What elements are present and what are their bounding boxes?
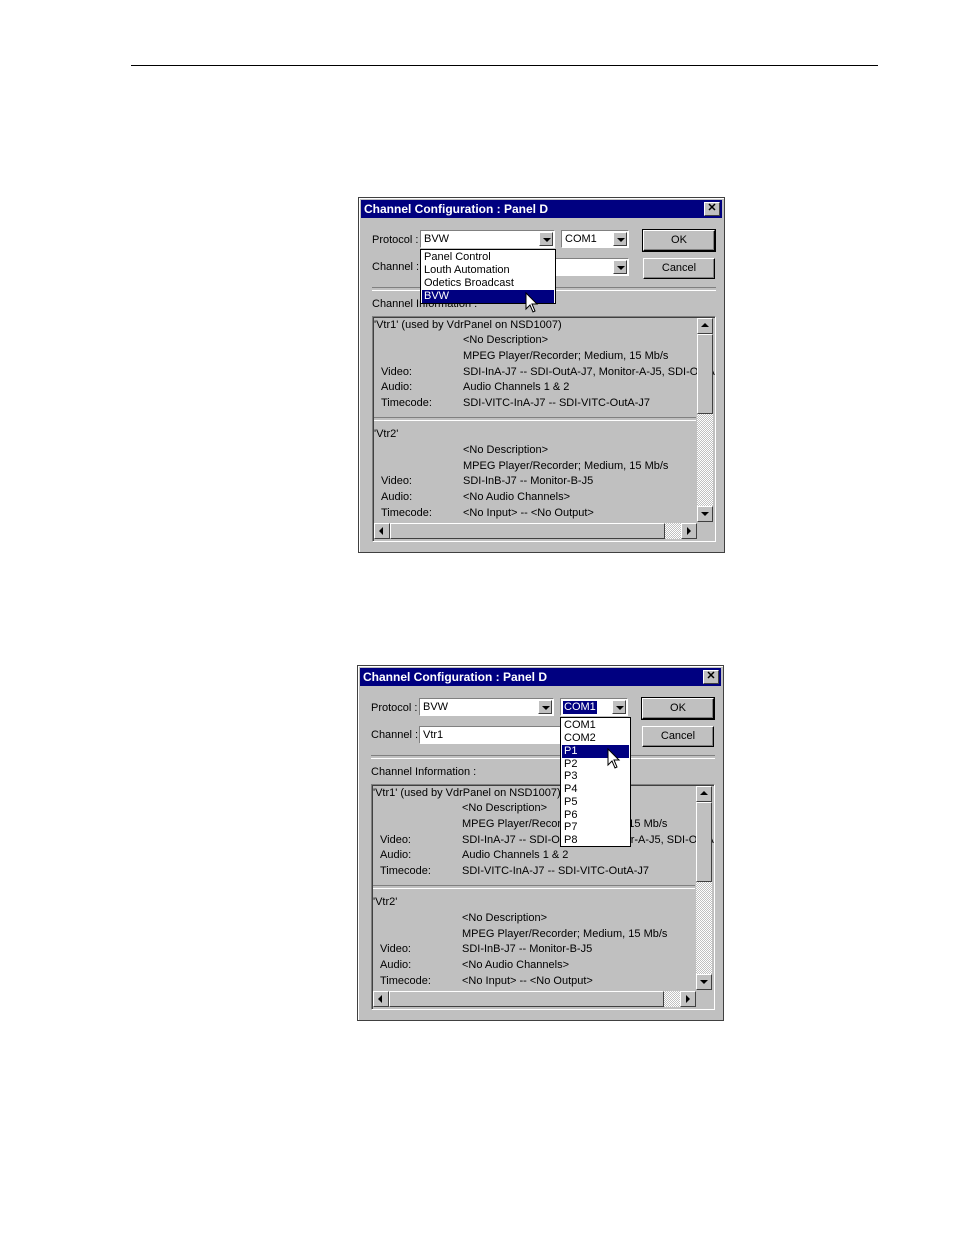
pointer-icon	[607, 748, 621, 769]
vtr2-timecode-label: Timecode:	[380, 975, 431, 987]
vtr1-audio-label: Audio:	[381, 381, 413, 393]
cancel-button[interactable]: Cancel	[642, 726, 714, 747]
scroll-right-icon[interactable]	[680, 991, 696, 1007]
dialog-title: Channel Configuration : Panel D	[363, 670, 548, 684]
horizontal-scrollbar[interactable]	[374, 523, 697, 539]
title-bar: Channel Configuration : Panel D ✕	[360, 668, 721, 686]
channel-config-dialog-protocol-open: Channel Configuration : Panel D ✕ Protoc…	[358, 197, 725, 553]
page-header-rule	[131, 65, 878, 66]
channel-config-dialog-port-open: Channel Configuration : Panel D ✕ Protoc…	[357, 665, 724, 1021]
vertical-scrollbar[interactable]	[697, 318, 713, 522]
protocol-combo[interactable]: BVW	[419, 698, 554, 716]
ok-button[interactable]: OK	[641, 697, 715, 720]
vtr1-timecode: SDI-VITC-InA-J7 -- SDI-VITC-OutA-J7	[463, 397, 651, 409]
chevron-down-icon[interactable]	[612, 700, 626, 714]
vtr1-audio-label: Audio:	[380, 849, 412, 861]
vtr2-timecode: <No Input> -- <No Output>	[462, 975, 593, 987]
chevron-down-icon[interactable]	[539, 232, 553, 246]
scroll-down-icon[interactable]	[697, 506, 713, 522]
chevron-down-icon[interactable]	[538, 700, 552, 714]
protocol-label: Protocol :	[371, 702, 418, 714]
chevron-down-icon[interactable]	[613, 232, 627, 246]
scroll-right-icon[interactable]	[681, 523, 697, 539]
channel-value: Vtr1	[423, 729, 444, 741]
vtr2-video-label: Video:	[381, 475, 412, 487]
scroll-up-icon[interactable]	[696, 786, 712, 802]
port-value: COM1	[565, 233, 597, 245]
port-option[interactable]: COM1	[562, 719, 629, 732]
scroll-down-icon[interactable]	[696, 974, 712, 990]
scroll-left-icon[interactable]	[373, 991, 389, 1007]
channel-label: Channel :	[371, 729, 419, 741]
protocol-value: BVW	[424, 233, 450, 245]
close-icon[interactable]: ✕	[703, 670, 719, 684]
pointer-icon	[525, 292, 539, 313]
channel-info-label: Channel Information :	[371, 766, 477, 778]
vtr1-header: 'Vtr1' (used by VdrPanel on NSD1007)	[373, 787, 561, 799]
vtr2-audio: <No Audio Channels>	[462, 959, 570, 971]
protocol-value: BVW	[423, 701, 449, 713]
vtr2-timecode: <No Input> -- <No Output>	[463, 507, 594, 519]
channel-label: Channel :	[372, 261, 420, 273]
port-dropdown-list: COM1 COM2 P1 P2 P3 P4 P5 P6 P7 P8	[560, 717, 631, 847]
vtr1-description: <No Description>	[462, 802, 547, 814]
vtr2-audio-label: Audio:	[380, 959, 412, 971]
scroll-left-icon[interactable]	[374, 523, 390, 539]
vtr2-video: SDI-InB-J7 -- Monitor-B-J5	[463, 475, 594, 487]
cancel-button[interactable]: Cancel	[643, 258, 715, 279]
entry-separator	[373, 885, 695, 889]
port-option[interactable]: P5	[562, 796, 629, 809]
scroll-thumb[interactable]	[389, 991, 664, 1007]
port-option[interactable]: COM2	[562, 732, 629, 745]
vertical-scrollbar[interactable]	[696, 786, 712, 990]
vtr1-timecode-label: Timecode:	[380, 865, 431, 877]
vtr2-audio: <No Audio Channels>	[463, 491, 571, 503]
protocol-option[interactable]: Odetics Broadcast	[422, 277, 554, 290]
vtr2-header: 'Vtr2'	[374, 428, 399, 440]
scroll-thumb[interactable]	[697, 334, 713, 414]
horizontal-scrollbar[interactable]	[373, 991, 696, 1007]
scroll-thumb[interactable]	[696, 802, 712, 882]
protocol-option[interactable]: Louth Automation	[422, 264, 554, 277]
ok-button[interactable]: OK	[642, 229, 716, 252]
vtr1-audio: Audio Channels 1 & 2	[462, 849, 569, 861]
vtr1-header: 'Vtr1' (used by VdrPanel on NSD1007)	[374, 319, 562, 331]
vtr2-video-label: Video:	[380, 943, 411, 955]
vtr2-video: SDI-InB-J7 -- Monitor-B-J5	[462, 943, 593, 955]
vtr2-description: <No Description>	[463, 444, 548, 456]
vtr1-video-label: Video:	[381, 366, 412, 378]
port-option[interactable]: P8	[562, 834, 629, 847]
port-option[interactable]: P4	[562, 783, 629, 796]
dialog-title: Channel Configuration : Panel D	[364, 202, 549, 216]
protocol-combo[interactable]: BVW	[420, 230, 555, 248]
vtr2-description: <No Description>	[462, 912, 547, 924]
vtr1-type: MPEG Player/Recorder; Medium, 15 Mb/s	[463, 350, 669, 362]
vtr1-timecode: SDI-VITC-InA-J7 -- SDI-VITC-OutA-J7	[462, 865, 650, 877]
vtr2-header: 'Vtr2'	[373, 896, 398, 908]
vtr2-type: MPEG Player/Recorder; Medium, 15 Mb/s	[463, 460, 669, 472]
vtr2-type: MPEG Player/Recorder; Medium, 15 Mb/s	[462, 928, 668, 940]
scroll-thumb[interactable]	[390, 523, 665, 539]
port-value: COM1	[563, 701, 597, 714]
chevron-down-icon[interactable]	[613, 260, 627, 274]
protocol-label: Protocol :	[372, 234, 419, 246]
port-combo[interactable]: COM1	[560, 698, 628, 716]
vtr2-audio-label: Audio:	[381, 491, 413, 503]
title-bar: Channel Configuration : Panel D ✕	[361, 200, 722, 218]
close-icon[interactable]: ✕	[704, 202, 720, 216]
vtr2-timecode-label: Timecode:	[381, 507, 432, 519]
scroll-up-icon[interactable]	[697, 318, 713, 334]
entry-separator	[374, 417, 696, 421]
vtr1-description: <No Description>	[463, 334, 548, 346]
port-combo[interactable]: COM1	[561, 230, 629, 248]
channel-info-list[interactable]: 'Vtr1' (used by VdrPanel on NSD1007) <No…	[371, 784, 715, 1010]
port-option[interactable]: P7	[562, 821, 629, 834]
vtr1-video: SDI-InA-J7 -- SDI-OutA-J7, Monitor-A-J5,…	[463, 366, 716, 378]
vtr1-timecode-label: Timecode:	[381, 397, 432, 409]
divider	[371, 755, 715, 759]
vtr1-video-label: Video:	[380, 834, 411, 846]
protocol-option[interactable]: Panel Control	[422, 251, 554, 264]
channel-info-list[interactable]: 'Vtr1' (used by VdrPanel on NSD1007) <No…	[372, 316, 716, 542]
vtr1-audio: Audio Channels 1 & 2	[463, 381, 570, 393]
